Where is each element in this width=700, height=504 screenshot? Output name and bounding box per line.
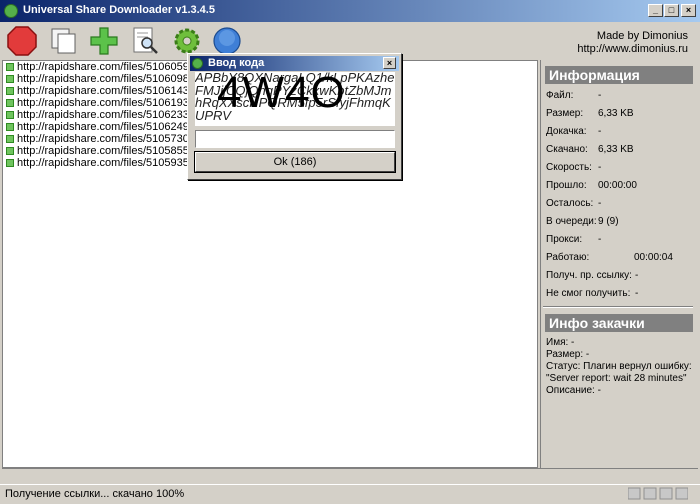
info-row-failed: Не смог получить: - xyxy=(546,288,639,299)
status-icon xyxy=(6,75,14,84)
info-heading: Информация xyxy=(545,66,693,84)
horizontal-scrollbar[interactable] xyxy=(2,468,698,483)
info-row-proxy: Прокси: - xyxy=(546,234,602,245)
search-doc-icon[interactable] xyxy=(130,26,160,56)
status-icon xyxy=(6,135,14,144)
dialog-title: Ввод кода xyxy=(208,57,265,69)
captcha-input[interactable] xyxy=(195,130,395,148)
ok-button[interactable]: Ok (186) xyxy=(195,152,395,172)
info-row-size: Размер: 6,33 KB xyxy=(546,108,634,119)
status-icon xyxy=(6,111,14,120)
close-button[interactable]: × xyxy=(681,4,696,17)
status-text: Получение ссылки... скачано 100% xyxy=(5,488,185,500)
dialog-app-icon xyxy=(192,58,203,69)
info-row-file: Файл: - xyxy=(546,90,602,101)
download-info: Имя: - Размер: - Статус: Плагин вернул о… xyxy=(546,337,692,397)
stop-icon[interactable] xyxy=(7,26,37,56)
status-icon xyxy=(6,99,14,108)
copy-icon[interactable] xyxy=(49,26,79,56)
info-row-resume: Докачка: - xyxy=(546,126,602,137)
info-row-got-direct-link: Получ. пр. ссылку: - xyxy=(546,270,639,281)
download-server-report: "Server report: wait 28 minutes" xyxy=(546,373,687,384)
info-row-speed: Скорость: - xyxy=(546,162,602,173)
status-icon xyxy=(6,159,14,168)
maximize-button[interactable]: □ xyxy=(664,4,679,17)
download-size: Размер: - xyxy=(546,349,590,360)
credits: Made by Dimonius http://www.dimonius.ru xyxy=(577,30,688,56)
captcha-dialog: Ввод кода × APBbY8QXNargaLQ1/kLpPKAzheFM… xyxy=(187,53,402,180)
window-title: Universal Share Downloader v1.3.4.5 xyxy=(23,4,215,16)
add-icon[interactable] xyxy=(89,26,119,56)
captcha-image: APBbY8QXNargaLQ1/kLpPKAzheFMJjjCQjQnqPYz… xyxy=(195,72,395,126)
info-row-downloaded: Скачано: 6,33 KB xyxy=(546,144,634,155)
dialog-close-button[interactable]: × xyxy=(383,57,396,69)
settings-icon[interactable] xyxy=(172,26,202,56)
info-panel: Информация Файл: - Размер: 6,33 KB Докачка… xyxy=(540,60,698,468)
download-info-heading: Инфо закачки xyxy=(545,314,693,332)
made-by-text: Made by Dimonius xyxy=(596,30,688,42)
tray-icons xyxy=(628,487,688,500)
dialog-title-bar: Ввод кода × xyxy=(190,56,399,71)
download-name: Имя: - xyxy=(546,337,575,348)
status-bar: Получение ссылки... скачано 100% xyxy=(0,484,700,504)
credits-url[interactable]: http://www.dimonius.ru xyxy=(577,43,688,56)
title-bar: Universal Share Downloader v1.3.4.5 _ □ … xyxy=(0,0,700,22)
info-icon[interactable] xyxy=(212,26,242,56)
status-icon xyxy=(6,63,14,72)
status-icon xyxy=(6,123,14,132)
status-icon xyxy=(6,87,14,96)
info-row-elapsed: Прошло: 00:00:00 xyxy=(546,180,637,191)
info-row-queue: В очереди: 9 (9) xyxy=(546,216,619,227)
divider xyxy=(543,306,693,308)
info-row-working: Работаю: 00:00:04 xyxy=(546,252,673,263)
info-row-remaining: Осталось: - xyxy=(546,198,602,209)
download-description: Описание: - xyxy=(546,385,601,396)
app-icon xyxy=(4,4,18,18)
status-icon xyxy=(6,147,14,156)
minimize-button[interactable]: _ xyxy=(648,4,663,17)
download-status: Статус: Плагин вернул ошибку: xyxy=(546,361,692,372)
captcha-code: 4W4O xyxy=(217,72,346,117)
